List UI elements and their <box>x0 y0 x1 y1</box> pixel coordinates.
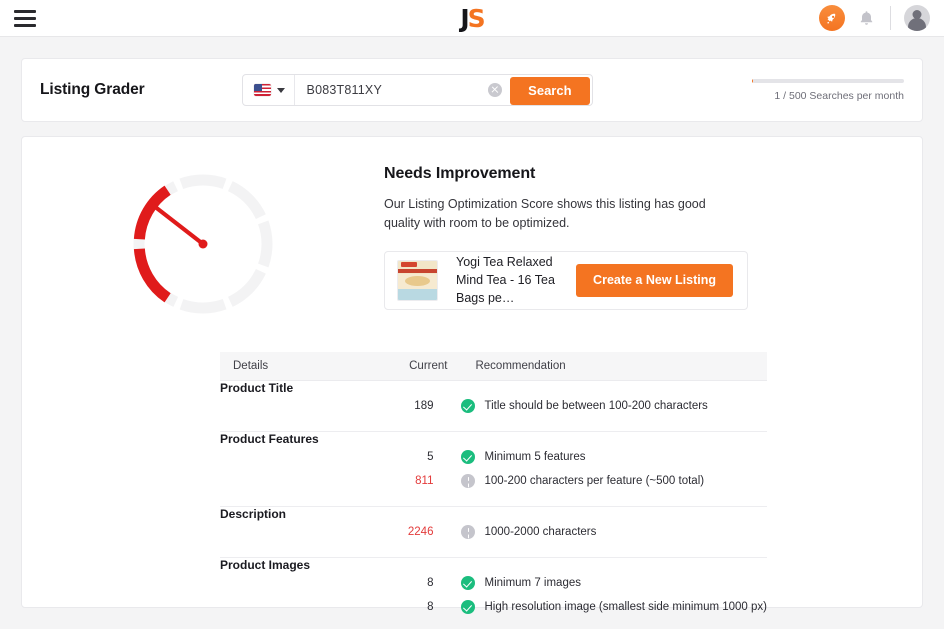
search-quota: 1 / 500 Searches per month <box>752 78 904 102</box>
logo-letter-s: S <box>467 3 486 33</box>
product-thumbnail-image <box>397 259 438 301</box>
notifications-bell-icon[interactable] <box>855 6 877 30</box>
metric-current-value: 5 <box>427 451 434 463</box>
hamburger-bar <box>14 9 36 13</box>
listing-grader-search-panel: Listing Grader Search 1 / 500 Searches p… <box>21 58 923 122</box>
check-circle-icon <box>461 399 476 413</box>
user-avatar[interactable] <box>904 5 930 31</box>
metric-recommendation-text: Minimum 7 images <box>484 577 581 589</box>
metric-recommendation-text: Minimum 5 features <box>484 451 586 463</box>
column-header-recommendation: Recommendation <box>461 352 767 381</box>
metric-recommendation-text: High resolution image (smallest side min… <box>484 601 767 613</box>
metric-current-value: 189 <box>414 400 434 412</box>
table-row: Product Images 8 Minimum 7 images 8 High res… <box>220 558 767 629</box>
metric-current-value: 8 <box>427 577 434 589</box>
metric-line: 8 Minimum 7 images <box>366 571 767 595</box>
thumb-layer <box>398 288 437 300</box>
app-logo: JS <box>0 0 944 36</box>
table-header-row: Details Current Recommendation <box>220 352 767 381</box>
logo-junglescout[interactable]: JS <box>460 3 486 33</box>
thumb-layer <box>401 262 418 267</box>
check-circle-icon <box>461 450 476 464</box>
row-detail-label: Description <box>220 507 287 521</box>
row-metrics: 5 Minimum 5 features 811 100-200 characters… <box>366 432 767 507</box>
top-navigation-bar: JS <box>0 0 944 37</box>
grade-details-table: Details Current Recommendation Product T… <box>220 352 767 629</box>
exclamation-circle-icon <box>461 474 476 488</box>
avatar-body <box>908 18 926 31</box>
listing-grade-result-panel: Needs Improvement Our Listing Optimizati… <box>21 136 923 614</box>
row-detail-label: Product Images <box>220 558 311 572</box>
metric-line: 5 Minimum 5 features <box>366 445 767 469</box>
logo-letter-j: J <box>460 3 469 33</box>
hamburger-menu-icon[interactable] <box>14 9 36 27</box>
topbar-actions <box>819 5 930 31</box>
grade-summary: Needs Improvement Our Listing Optimizati… <box>384 165 922 319</box>
grade-status-title: Needs Improvement <box>384 165 536 182</box>
hamburger-bar <box>14 16 36 20</box>
grade-table-head: Details Current Recommendation <box>220 352 767 381</box>
search-quota-label: 1 / 500 Searches per month <box>774 89 904 102</box>
rocket-icon[interactable] <box>819 5 845 31</box>
clear-circle-icon <box>488 83 503 97</box>
metric-line: 2246 1000-2000 characters <box>366 520 767 544</box>
metric-line: 811 100-200 characters per feature (~500 … <box>366 469 767 493</box>
us-flag-icon <box>253 84 271 96</box>
create-new-listing-button[interactable]: Create a New Listing <box>576 263 733 297</box>
metric-current-value: 811 <box>415 475 434 487</box>
grade-status-description: Our Listing Optimization Score shows thi… <box>384 197 706 231</box>
exclamation-circle-icon <box>461 525 476 539</box>
check-circle-icon <box>461 576 476 590</box>
grade-table-body: Product Title 189 Title should be between … <box>220 381 767 629</box>
flag-canton <box>253 84 262 91</box>
chevron-down-icon <box>276 87 285 93</box>
column-header-current: Current <box>366 352 462 381</box>
row-metrics: 189 Title should be between 100-200 chara… <box>366 381 767 432</box>
asin-search-input[interactable] <box>294 75 483 105</box>
search-button[interactable]: Search <box>510 77 590 105</box>
gauge-needle-pivot <box>198 239 208 249</box>
page-content: Listing Grader Search 1 / 500 Searches p… <box>0 58 944 614</box>
clear-search-button[interactable] <box>482 75 508 105</box>
thumb-layer <box>398 268 437 273</box>
table-row: Description 2246 1000-2000 characters <box>220 507 767 558</box>
search-quota-progress-bar <box>752 78 904 83</box>
metric-current-value: 2246 <box>407 526 434 538</box>
row-detail-label: Product Features <box>220 432 319 446</box>
metric-recommendation-text: Title should be between 100-200 characte… <box>484 400 708 412</box>
grade-hero: Needs Improvement Our Listing Optimizati… <box>22 137 922 319</box>
row-detail-label: Product Title <box>220 381 294 395</box>
row-metrics: 2246 1000-2000 characters <box>366 507 767 558</box>
topbar-divider <box>890 6 891 30</box>
column-header-details: Details <box>220 352 367 381</box>
hamburger-bar <box>14 23 36 27</box>
country-marketplace-selector[interactable] <box>243 75 295 105</box>
table-row: Product Features 5 Minimum 5 features 811 10… <box>220 432 767 507</box>
listing-summary-card: Yogi Tea Relaxed Mind Tea - 16 Tea Bags … <box>384 250 748 310</box>
metric-recommendation-text: 100-200 characters per feature (~500 tot… <box>484 475 705 487</box>
metric-recommendation-text: 1000-2000 characters <box>484 526 597 538</box>
check-circle-icon <box>461 600 476 614</box>
metric-current-value: 8 <box>427 601 434 613</box>
search-quota-progress-fill <box>752 78 753 83</box>
search-bar: Search <box>241 74 593 106</box>
table-row: Product Title 189 Title should be between … <box>220 381 767 432</box>
listing-score-gauge <box>128 169 278 319</box>
page-title: Listing Grader <box>40 81 145 98</box>
grade-gauge-column <box>22 165 384 319</box>
metric-line: 189 Title should be between 100-200 chara… <box>366 394 767 418</box>
listing-product-title: Yogi Tea Relaxed Mind Tea - 16 Tea Bags … <box>456 255 555 306</box>
metric-line: 8 High resolution image (smallest side mi… <box>366 595 767 619</box>
row-metrics: 8 Minimum 7 images 8 High resolution image … <box>366 558 767 629</box>
